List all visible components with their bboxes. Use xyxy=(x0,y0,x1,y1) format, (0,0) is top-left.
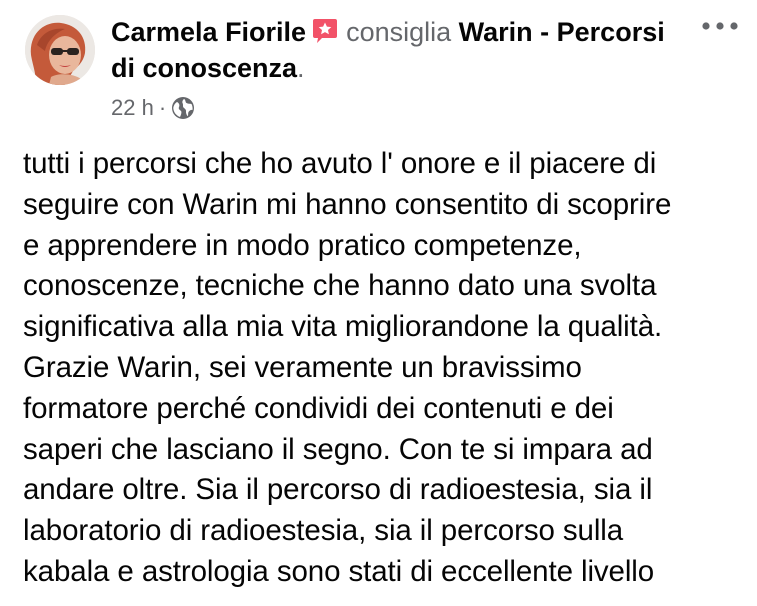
action-text: consiglia xyxy=(346,17,452,47)
recommend-star-badge-icon xyxy=(310,17,340,43)
post-header: Carmela Fiorile consiglia Warin - Percors… xyxy=(111,14,691,86)
globe-icon xyxy=(171,96,195,120)
avatar[interactable] xyxy=(25,15,95,85)
post-meta: 22 h · xyxy=(111,94,195,122)
meta-separator: · xyxy=(158,95,167,120)
author-name[interactable]: Carmela Fiorile xyxy=(111,17,306,47)
more-dots-icon xyxy=(702,22,738,30)
more-options-button[interactable] xyxy=(700,14,740,38)
post-text: tutti i percorsi che ho avuto l' onore e… xyxy=(23,147,672,588)
recommendation-post: Carmela Fiorile consiglia Warin - Percors… xyxy=(0,0,757,606)
post-timestamp[interactable]: 22 h xyxy=(111,94,154,122)
page-suffix: . xyxy=(297,53,305,83)
avatar-photo xyxy=(25,15,95,85)
